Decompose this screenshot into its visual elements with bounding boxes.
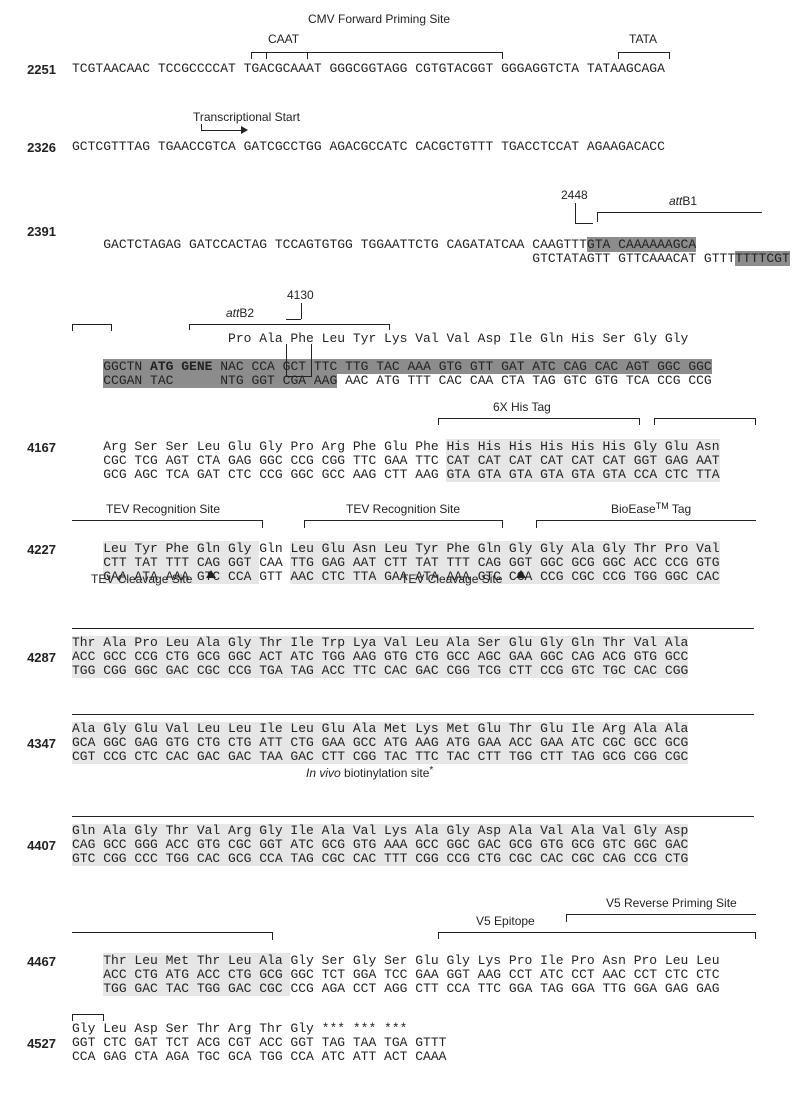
seq-block-4407: 4407 Gln Ala Gly Thr Val Arg Gly Ile Ala… xyxy=(6,810,801,874)
row-number: 2326 xyxy=(6,140,56,155)
row-number: 4407 xyxy=(6,838,56,853)
tev-cleave-marker-icon xyxy=(206,570,216,578)
seq-top: GCA GGC GAG GTG CTG CTG ATT CTG GAA GCC … xyxy=(72,736,688,750)
seq-top: GGT CTC GAT TCT ACG CGT ACC GGT TAG TAA … xyxy=(72,1036,446,1050)
seq-bot: TGG CGG GGC GAC CGC CCG TGA TAG ACC TTC … xyxy=(72,664,688,678)
label-tev-cleave-1: TEV Cleavage Site xyxy=(91,572,192,586)
seq-bot: CGT CCG CTC CAC GAC GAC TAA GAC CTT CGG … xyxy=(72,750,688,764)
label-cmv-fwd: CMV Forward Priming Site xyxy=(308,12,450,26)
seq-block-2326: Transcriptional Start 2326 GCTCGTTTAG TG… xyxy=(6,110,801,166)
label-caat: CAAT xyxy=(268,32,299,46)
seq-bot: GTC CGG CCC TGG CAC GCG CCA TAG CGC CAC … xyxy=(72,852,688,866)
seq-block-2251: CMV Forward Priming Site CAAT TATA 2251 … xyxy=(6,12,801,88)
seq-top: CAG GCC GGG ACC GTG CGC GGT ATC GCG GTG … xyxy=(72,838,688,852)
label-attB2: attattB2B2 xyxy=(226,306,254,320)
seq-block-4167: 6X His Tag 4167 Arg Ser Ser Leu Glu Gly … xyxy=(6,400,801,480)
row-number: 2251 xyxy=(6,62,56,77)
seq-top: ACC GCC CCG CTG GCG GGC ACT ATC TGG AAG … xyxy=(72,650,688,664)
label-his-tag: 6X His Tag xyxy=(493,400,551,414)
seq-block-4347: 4347 Ala Gly Glu Val Leu Leu Ile Leu Glu… xyxy=(6,708,801,788)
label-tev-rec-1: TEV Recognition Site xyxy=(106,502,220,516)
seq-block-4467: V5 Reverse Priming Site V5 Epitope 4467 … xyxy=(6,896,801,988)
label-tata: TATA xyxy=(629,32,657,46)
seq-aa: Thr Ala Pro Leu Ala Gly Thr Ile Trp Lya … xyxy=(72,636,688,650)
seq-aa: Pro Ala Phe Leu Tyr Lys Val Val Asp Ile … xyxy=(72,332,688,346)
row-number: 4467 xyxy=(6,954,56,969)
row-number: 4527 xyxy=(6,1036,56,1051)
seq-aa: Ala Gly Glu Val Leu Leu Ile Leu Glu Ala … xyxy=(72,722,688,736)
seq-bot: CCA GAG CTA AGA TGC GCA TGG CCA ATC ATT … xyxy=(72,1050,446,1064)
seq-block-2391: 2448 attattB1B1 2391 GACTCTAGAG GATCCACT… xyxy=(6,188,801,266)
seq-bot: TGG GAC TAC TGG GAC CGC CCG AGA CCT AGG … xyxy=(72,968,720,1010)
seq-block-4527: 4527 Gly Leu Asp Ser Thr Arg Thr Gly ***… xyxy=(6,1010,801,1070)
row-number: 4347 xyxy=(6,736,56,751)
row-number: 4167 xyxy=(6,440,56,455)
label-tev-cleave-2: TEV Cleavage Site xyxy=(401,572,502,586)
label-tev-rec-2: TEV Recognition Site xyxy=(346,502,460,516)
label-attB1: attattB1B1 xyxy=(669,194,697,208)
label-bioease: BioEaseTM Tag xyxy=(611,502,691,516)
row-number: 2391 xyxy=(6,224,56,239)
seq-top: GCTCGTTTAG TGAACCGTCA GATCGCCTGG AGACGCC… xyxy=(72,140,665,154)
row-number: 4287 xyxy=(6,650,56,665)
label-in-vivo-biotin: In vivo biotinylation site* xyxy=(306,766,433,780)
seq-bot: CCGAN TAC NTG GGT CGA AAG AAC ATG TTT CA… xyxy=(72,360,712,402)
tev-cleave-marker-icon xyxy=(516,570,526,578)
seq-aa: Gln Ala Gly Thr Val Arg Gly Ile Ala Val … xyxy=(72,824,688,838)
callout-4130: 4130 xyxy=(287,288,314,302)
seq-top: TCGTAACAAC TCCGCCCCAT TGACGCAAAT GGGCGGT… xyxy=(72,62,665,76)
label-v5-epitope: V5 Epitope xyxy=(476,914,535,928)
seq-bot: GTCTATAGTT GTTCAAACAT GTTTTTTTCGT xyxy=(72,238,790,280)
callout-2448: 2448 xyxy=(561,188,588,202)
row-number: 4227 xyxy=(6,542,56,557)
label-tx-start: Transcriptional Start xyxy=(193,110,300,124)
seq-bot: GCG AGC TCA GAT CTC CCG GGC GCC AAG CTT … xyxy=(72,454,720,496)
seq-block-4227: TEV Recognition Site TEV Recognition Sit… xyxy=(6,502,801,600)
seq-block-atg-gene: 4130 attattB2B2 Pro Ala Phe Leu Tyr Lys … xyxy=(6,288,801,378)
seq-aa: Gly Leu Asp Ser Thr Arg Thr Gly *** *** … xyxy=(72,1022,407,1036)
seq-block-4287: 4287 Thr Ala Pro Leu Ala Gly Thr Ile Trp… xyxy=(6,622,801,686)
label-v5-rev: V5 Reverse Priming Site xyxy=(606,896,737,910)
